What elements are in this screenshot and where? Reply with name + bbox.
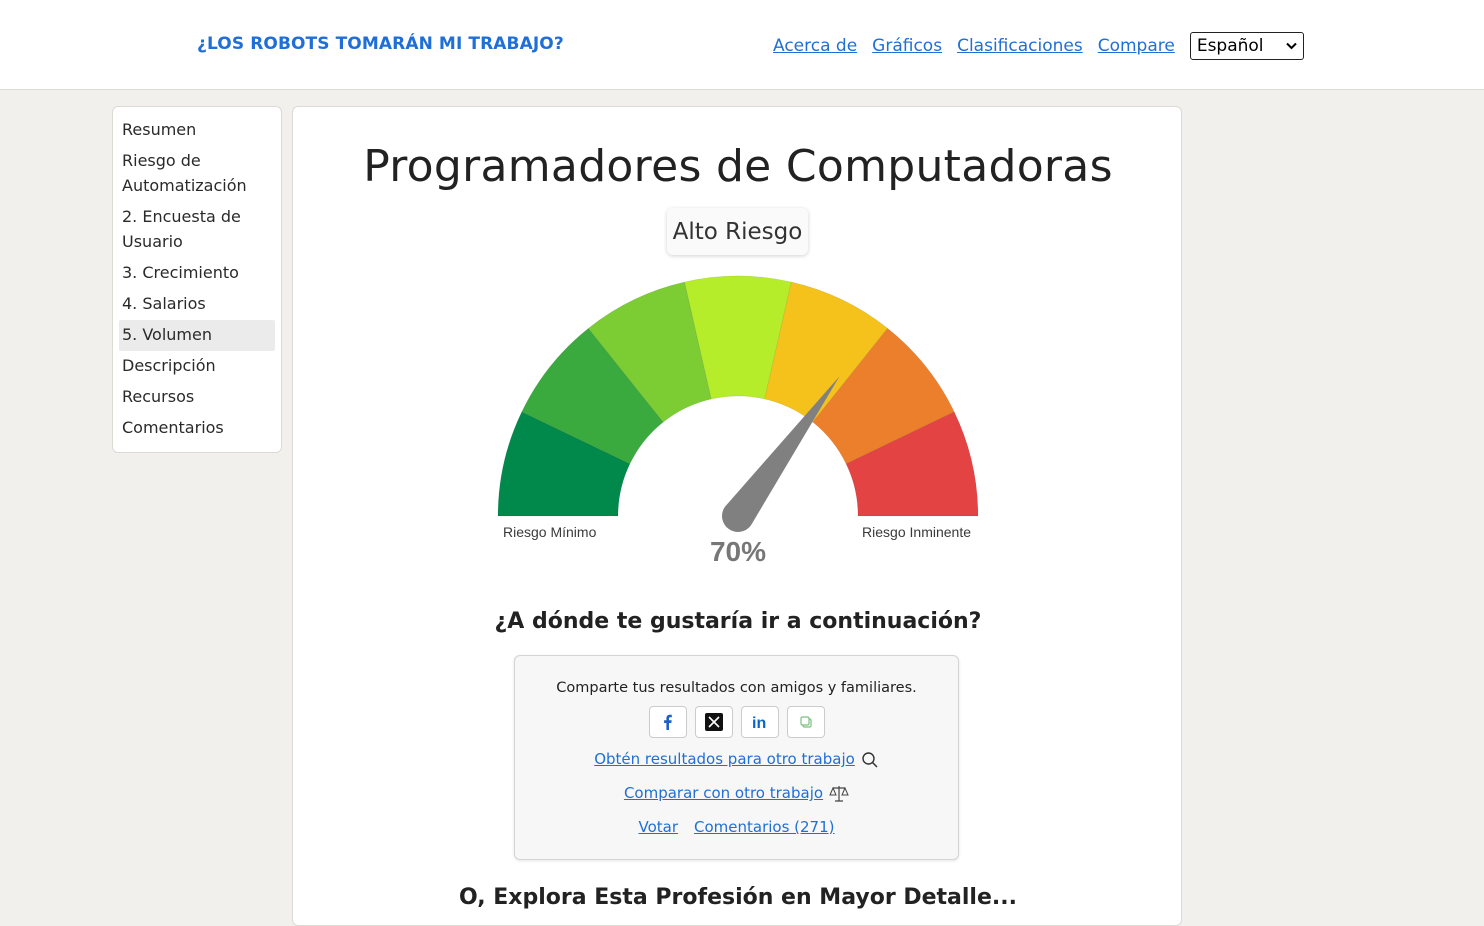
share-facebook-button[interactable] [649,706,687,738]
search-icon [862,751,878,768]
site-brand-link[interactable]: ¿LOS ROBOTS TOMARÁN MI TRABAJO? [197,34,564,54]
language-select-value: Español [1196,36,1264,56]
comments-link[interactable]: Comentarios (271) [694,818,835,836]
nav-charts-link[interactable]: Gráficos [872,36,942,56]
top-navbar: ¿LOS ROBOTS TOMARÁN MI TRABAJO? Acerca d… [0,0,1484,90]
nav-rankings-link[interactable]: Clasificaciones [957,36,1083,56]
sidebar-item-volume[interactable]: 5. Volumen [119,320,275,351]
risk-gauge: Riesgo Mínimo Riesgo Inminente 70% [497,275,979,567]
gauge-max-label: Riesgo Inminente [862,524,971,540]
vote-comments-row: Votar Comentarios (271) [515,818,958,836]
gauge-segments [497,275,979,517]
sidebar-item-description[interactable]: Descripción [119,351,275,382]
sidebar-item-summary[interactable]: Resumen [119,115,275,146]
sidebar: Resumen Riesgo de Automatización 2. Encu… [112,106,282,453]
gauge-min-label: Riesgo Mínimo [503,524,597,540]
compare-job-link[interactable]: Comparar con otro trabajo [624,784,823,802]
next-steps-heading: ¿A dónde te gustaría ir a continuación? [494,609,982,634]
nav-compare-link[interactable]: Compare [1098,36,1175,56]
risk-level-badge: Alto Riesgo [667,208,808,255]
language-select[interactable]: Español [1189,32,1304,60]
sidebar-item-comments[interactable]: Comentarios [119,413,275,444]
share-linkedin-button[interactable]: in [741,706,779,738]
chevron-down-icon [1286,42,1297,50]
copy-icon [800,716,812,728]
svg-text:in: in [752,715,766,731]
x-icon [705,713,723,731]
share-panel: Comparte tus resultados con amigos y fam… [514,655,959,860]
sidebar-item-growth[interactable]: 3. Crecimiento [119,258,275,289]
top-nav: Acerca de Gráficos Clasificaciones Compa… [773,32,1304,60]
sidebar-item-user-survey[interactable]: 2. Encuesta de Usuario [119,202,275,258]
other-job-row: Obtén resultados para otro trabajo [515,750,958,769]
share-x-button[interactable] [695,706,733,738]
scales-icon [829,785,849,802]
sidebar-item-resources[interactable]: Recursos [119,382,275,413]
sidebar-item-automation-risk[interactable]: Riesgo de Automatización [119,146,275,202]
nav-about-link[interactable]: Acerca de [773,36,857,56]
share-buttons: in [649,706,825,738]
compare-row: Comparar con otro trabajo [515,784,958,803]
page-title: Programadores de Computadoras [363,141,1113,192]
other-job-link[interactable]: Obtén resultados para otro trabajo [594,750,855,768]
gauge-percent: 70% [710,536,766,567]
share-text: Comparte tus resultados con amigos y fam… [556,680,917,696]
sidebar-item-salaries[interactable]: 4. Salarios [119,289,275,320]
explore-heading: O, Explora Esta Profesión en Mayor Detal… [459,885,1017,910]
main-card: Programadores de Computadoras Alto Riesg… [292,106,1182,926]
linkedin-icon: in [752,715,766,731]
copy-link-button[interactable] [787,706,825,738]
facebook-icon [664,714,672,730]
vote-link[interactable]: Votar [638,818,678,836]
